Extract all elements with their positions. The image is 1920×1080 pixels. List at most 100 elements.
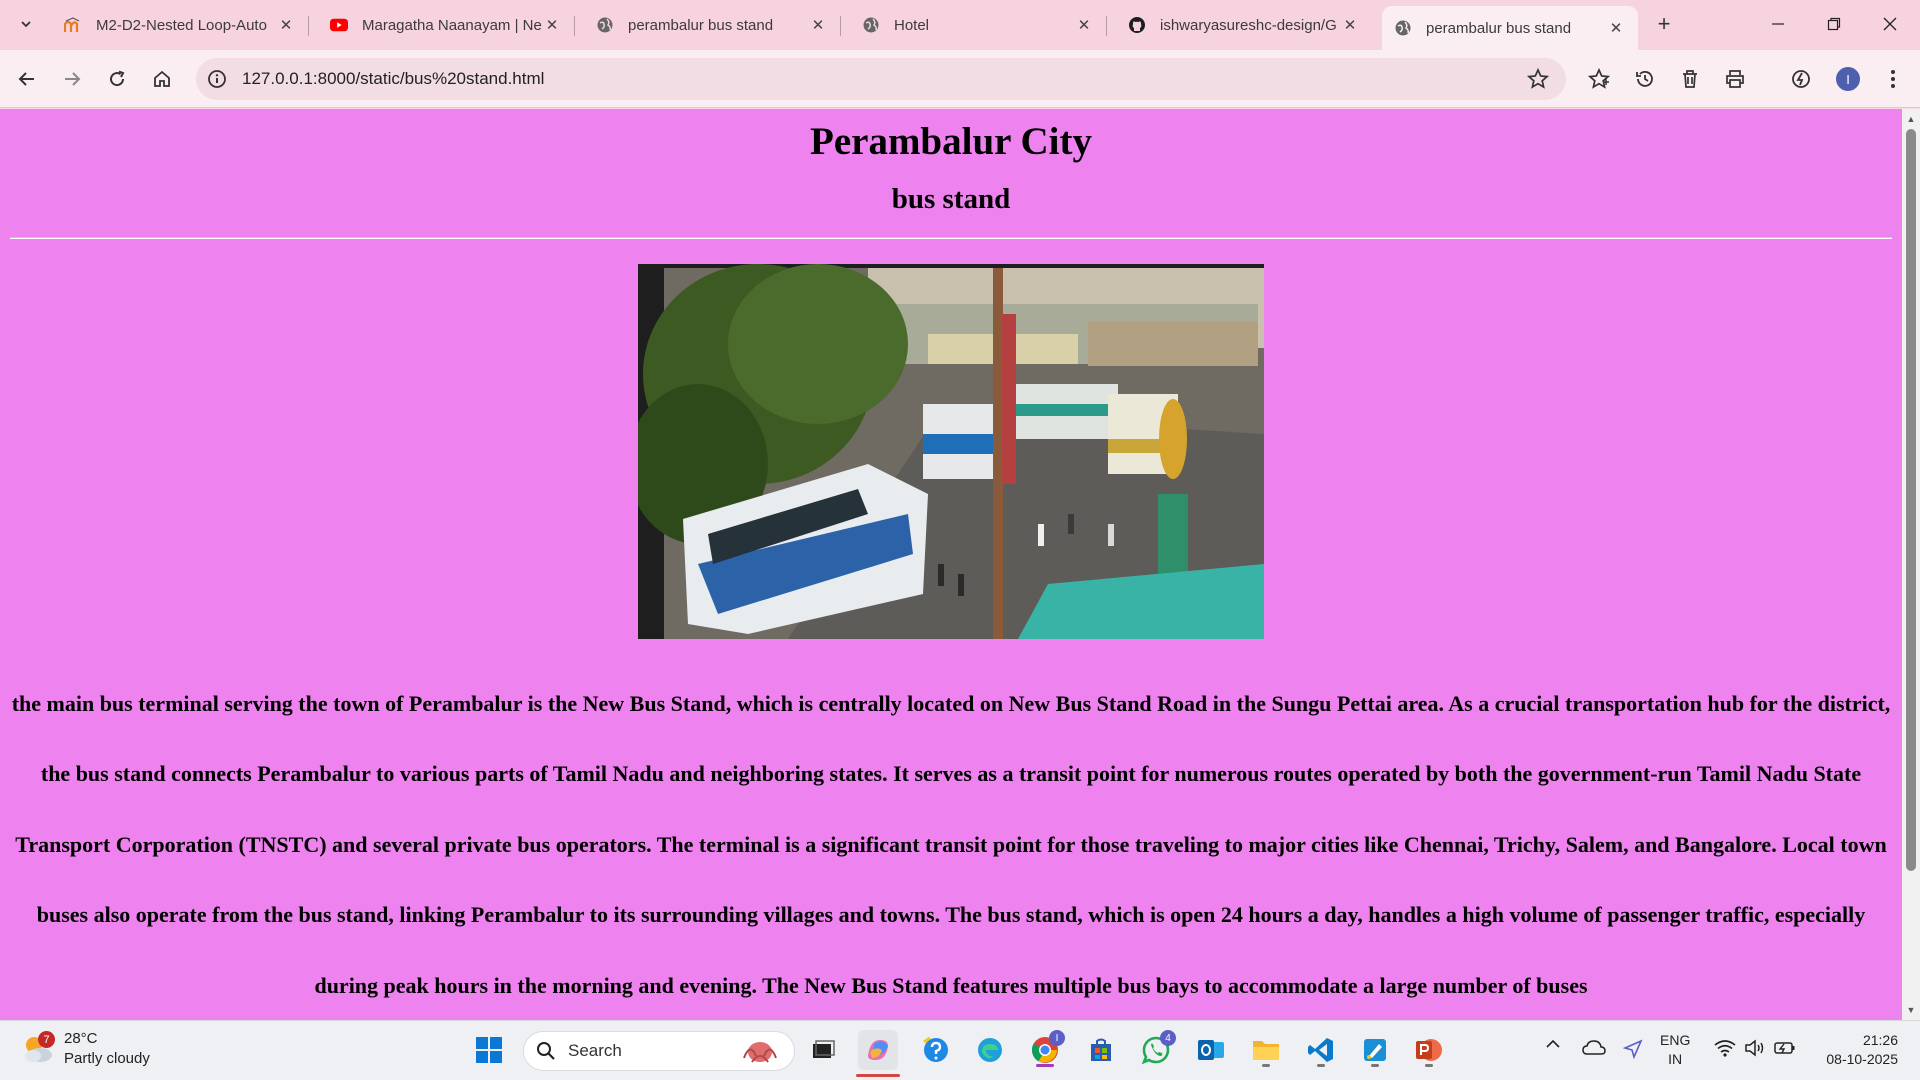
chrome-button[interactable]: I <box>1025 1030 1065 1070</box>
vscode-button[interactable] <box>1301 1030 1341 1070</box>
system-clock[interactable]: 21:26 08-10-2025 <box>1810 1031 1898 1069</box>
menu-button[interactable] <box>1876 62 1910 96</box>
close-icon[interactable]: ✕ <box>1340 15 1360 35</box>
region-code: IN <box>1668 1051 1683 1067</box>
outlook-icon <box>1198 1040 1224 1060</box>
history-button[interactable] <box>1628 62 1662 96</box>
tab-perambalur-bus-stand-active[interactable]: perambalur bus stand ✕ <box>1382 6 1638 50</box>
tab-title: Maragatha Naanayam | Ne <box>362 16 542 34</box>
close-icon[interactable]: ✕ <box>1606 18 1626 38</box>
close-icon[interactable]: ✕ <box>542 15 562 35</box>
restore-button[interactable] <box>1806 0 1862 48</box>
search-label: Search <box>568 1041 622 1060</box>
bus-stand-photo <box>638 264 1264 639</box>
new-tab-button[interactable]: + <box>1650 10 1678 38</box>
input-language-button[interactable]: ENG IN <box>1660 1031 1690 1069</box>
volume-tray-button[interactable] <box>1744 1039 1766 1057</box>
tab-github[interactable]: ishwaryasureshc-design/G ✕ <box>1116 6 1372 44</box>
tab-perambalur-bus-stand[interactable]: perambalur bus stand ✕ <box>584 6 841 44</box>
globe-icon <box>862 16 880 34</box>
paint-icon <box>1364 1039 1386 1061</box>
weather-widget[interactable]: 7 28°C Partly cloudy <box>20 1029 150 1069</box>
url-text[interactable]: 127.0.0.1:8000/static/bus%20stand.html <box>242 69 544 89</box>
site-info-icon[interactable] <box>206 68 228 90</box>
page-scrollbar[interactable]: ▲ ▼ <box>1902 109 1920 1020</box>
close-icon[interactable]: ✕ <box>276 15 296 35</box>
globe-icon <box>596 16 614 34</box>
battery-tray-button[interactable] <box>1774 1039 1796 1057</box>
show-hidden-icons-button[interactable] <box>1543 1039 1563 1049</box>
home-button[interactable] <box>145 62 179 96</box>
history-icon <box>1636 71 1653 87</box>
bookmark-star-icon[interactable] <box>1526 67 1550 91</box>
scroll-down-arrow-icon[interactable]: ▼ <box>1902 1002 1920 1018</box>
github-icon <box>1128 16 1146 34</box>
edge-button[interactable] <box>970 1030 1010 1070</box>
clock-time: 21:26 <box>1862 1032 1898 1048</box>
whatsapp-button[interactable]: 4 <box>1136 1030 1176 1070</box>
file-explorer-button[interactable] <box>1246 1030 1286 1070</box>
tab-title: perambalur bus stand <box>628 16 774 34</box>
chevron-up-icon <box>1546 1039 1560 1048</box>
weather-temp: 28°C <box>64 1030 98 1047</box>
tab-search-button[interactable] <box>10 8 42 40</box>
taskbar-search[interactable]: Search <box>523 1031 795 1071</box>
wifi-icon <box>1714 1040 1736 1057</box>
divider <box>10 237 1892 239</box>
speed-icon <box>1792 70 1810 88</box>
send-arrow-icon <box>1623 1039 1643 1059</box>
plus-icon: + <box>1657 11 1671 36</box>
store-button[interactable] <box>1081 1030 1121 1070</box>
browser-toolbar: 127.0.0.1:8000/static/bus%20stand.html <box>0 50 1920 108</box>
scroll-thumb[interactable] <box>1906 129 1916 871</box>
powerpoint-button[interactable] <box>1409 1030 1449 1070</box>
moodle-icon <box>64 16 82 34</box>
start-button[interactable] <box>469 1030 509 1070</box>
forward-button[interactable] <box>55 62 89 96</box>
close-window-button[interactable] <box>1862 0 1918 48</box>
performance-button[interactable] <box>1784 62 1818 96</box>
folder-icon <box>1253 1041 1279 1060</box>
language-code: ENG <box>1660 1032 1691 1048</box>
edge-icon <box>978 1038 1002 1062</box>
close-icon[interactable]: ✕ <box>1074 15 1094 35</box>
onedrive-tray-button[interactable] <box>1582 1039 1606 1057</box>
windows-taskbar: 7 28°C Partly cloudy Search I 4 ENG IN 2… <box>0 1020 1920 1080</box>
tab-title: Hotel <box>894 16 930 34</box>
outlook-button[interactable] <box>1191 1030 1231 1070</box>
tab-hotel[interactable]: Hotel ✕ <box>850 6 1107 44</box>
address-bar[interactable]: 127.0.0.1:8000/static/bus%20stand.html <box>196 58 1566 100</box>
arrow-right-icon <box>65 72 81 86</box>
wifi-tray-button[interactable] <box>1714 1039 1736 1057</box>
tab-moodle[interactable]: M2-D2-Nested Loop-Auto ✕ <box>52 6 309 44</box>
whatsapp-badge: 4 <box>1160 1030 1176 1046</box>
print-button[interactable] <box>1718 62 1752 96</box>
scroll-up-arrow-icon[interactable]: ▲ <box>1902 111 1920 127</box>
restore-icon <box>1827 17 1841 31</box>
location-tray-button[interactable] <box>1622 1039 1644 1059</box>
weather-badge: 7 <box>38 1031 55 1048</box>
weather-condition: Partly cloudy <box>64 1050 150 1067</box>
page-viewport: Perambalur City bus stand the main bus t… <box>0 109 1902 1020</box>
speaker-icon <box>1745 1039 1764 1057</box>
minimize-button[interactable] <box>1750 0 1806 48</box>
reload-icon <box>110 70 125 87</box>
windows-logo-icon <box>476 1037 502 1063</box>
reload-button[interactable] <box>100 62 134 96</box>
profile-avatar[interactable]: I <box>1836 67 1860 91</box>
paint-button[interactable] <box>1355 1030 1395 1070</box>
delete-button[interactable] <box>1673 62 1707 96</box>
page-subtitle: bus stand <box>891 183 1011 215</box>
favorites-button[interactable] <box>1582 62 1616 96</box>
bus-stand-description: the main bus terminal serving the town o… <box>11 691 1891 998</box>
tab-youtube[interactable]: Maragatha Naanayam | Ne ✕ <box>318 6 575 44</box>
globe-icon <box>1394 19 1412 37</box>
close-icon[interactable]: ✕ <box>808 15 828 35</box>
tab-title: ishwaryasureshc-design/G <box>1160 16 1337 34</box>
back-button[interactable] <box>10 62 44 96</box>
help-app-button[interactable] <box>916 1030 956 1070</box>
search-icon <box>537 1042 555 1060</box>
task-view-button[interactable] <box>802 1030 842 1070</box>
copilot-button[interactable] <box>856 1030 900 1077</box>
search-highlight-icon <box>743 1042 777 1063</box>
